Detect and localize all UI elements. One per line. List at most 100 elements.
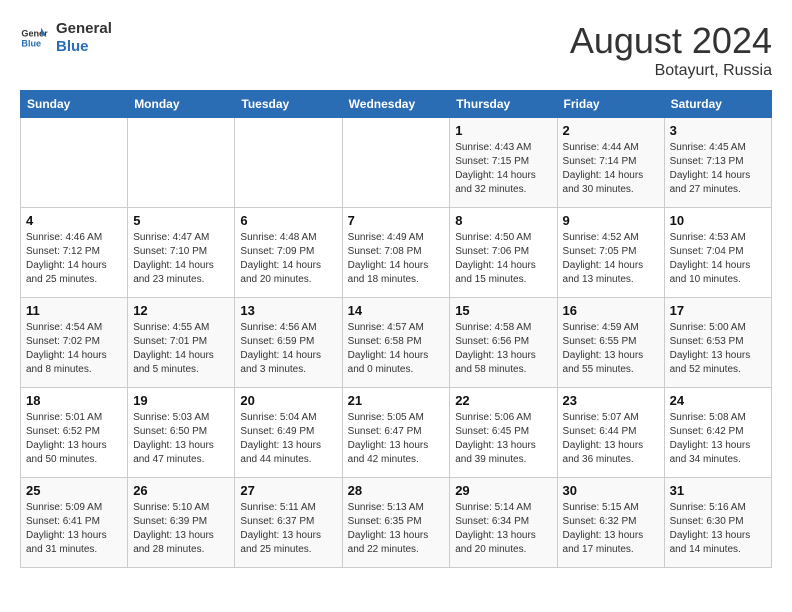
svg-text:Blue: Blue (21, 38, 41, 48)
day-info: Sunrise: 4:45 AM Sunset: 7:13 PM Dayligh… (670, 141, 766, 197)
calendar-cell: 27 Sunrise: 5:11 AM Sunset: 6:37 PM Dayli… (235, 478, 342, 568)
day-info: Sunrise: 5:04 AM Sunset: 6:49 PM Dayligh… (240, 411, 336, 467)
day-info: Sunrise: 5:06 AM Sunset: 6:45 PM Dayligh… (455, 411, 551, 467)
day-info: Sunrise: 5:13 AM Sunset: 6:35 PM Dayligh… (348, 501, 445, 557)
calendar-header: SundayMondayTuesdayWednesdayThursdayFrid… (21, 91, 772, 118)
day-info: Sunrise: 4:50 AM Sunset: 7:06 PM Dayligh… (455, 231, 551, 287)
calendar-week-row: 11 Sunrise: 4:54 AM Sunset: 7:02 PM Dayli… (21, 298, 772, 388)
day-info: Sunrise: 4:56 AM Sunset: 6:59 PM Dayligh… (240, 321, 336, 377)
calendar-cell: 7 Sunrise: 4:49 AM Sunset: 7:08 PM Daylig… (342, 208, 450, 298)
day-info: Sunrise: 4:58 AM Sunset: 6:56 PM Dayligh… (455, 321, 551, 377)
day-number: 7 (348, 213, 445, 228)
calendar-cell: 13 Sunrise: 4:56 AM Sunset: 6:59 PM Dayli… (235, 298, 342, 388)
day-info: Sunrise: 4:57 AM Sunset: 6:58 PM Dayligh… (348, 321, 445, 377)
day-number: 13 (240, 303, 336, 318)
day-info: Sunrise: 5:00 AM Sunset: 6:53 PM Dayligh… (670, 321, 766, 377)
calendar-week-row: 1Sunrise: 4:43 AM Sunset: 7:15 PM Daylig… (21, 118, 772, 208)
day-number: 6 (240, 213, 336, 228)
title-block: August 2024 Botayurt, Russia (570, 20, 772, 80)
day-info: Sunrise: 4:47 AM Sunset: 7:10 PM Dayligh… (133, 231, 229, 287)
day-info: Sunrise: 5:09 AM Sunset: 6:41 PM Dayligh… (26, 501, 122, 557)
day-number: 23 (563, 393, 659, 408)
logo: General Blue General Blue (20, 20, 112, 56)
calendar-cell: 11 Sunrise: 4:54 AM Sunset: 7:02 PM Dayli… (21, 298, 128, 388)
day-number: 21 (348, 393, 445, 408)
day-info: Sunrise: 5:16 AM Sunset: 6:30 PM Dayligh… (670, 501, 766, 557)
calendar-cell: 30 Sunrise: 5:15 AM Sunset: 6:32 PM Dayli… (557, 478, 664, 568)
calendar-cell: 1Sunrise: 4:43 AM Sunset: 7:15 PM Daylig… (450, 118, 557, 208)
calendar-cell (342, 118, 450, 208)
day-number: 24 (670, 393, 766, 408)
calendar-cell: 18 Sunrise: 5:01 AM Sunset: 6:52 PM Dayli… (21, 388, 128, 478)
day-number: 28 (348, 483, 445, 498)
day-info: Sunrise: 4:48 AM Sunset: 7:09 PM Dayligh… (240, 231, 336, 287)
day-number: 15 (455, 303, 551, 318)
logo-icon: General Blue (20, 24, 48, 52)
logo-blue: Blue (56, 38, 112, 56)
day-info: Sunrise: 5:08 AM Sunset: 6:42 PM Dayligh… (670, 411, 766, 467)
day-info: Sunrise: 4:46 AM Sunset: 7:12 PM Dayligh… (26, 231, 122, 287)
calendar-cell: 2Sunrise: 4:44 AM Sunset: 7:14 PM Daylig… (557, 118, 664, 208)
day-number: 9 (563, 213, 659, 228)
calendar-cell: 10 Sunrise: 4:53 AM Sunset: 7:04 PM Dayli… (664, 208, 771, 298)
calendar-body: 1Sunrise: 4:43 AM Sunset: 7:15 PM Daylig… (21, 118, 772, 568)
day-info: Sunrise: 4:54 AM Sunset: 7:02 PM Dayligh… (26, 321, 122, 377)
month-year-title: August 2024 (570, 20, 772, 62)
day-number: 20 (240, 393, 336, 408)
day-number: 16 (563, 303, 659, 318)
calendar-cell (235, 118, 342, 208)
calendar-cell: 16Sunrise: 4:59 AM Sunset: 6:55 PM Dayli… (557, 298, 664, 388)
day-number: 8 (455, 213, 551, 228)
day-number: 25 (26, 483, 122, 498)
day-number: 5 (133, 213, 229, 228)
day-info: Sunrise: 5:11 AM Sunset: 6:37 PM Dayligh… (240, 501, 336, 557)
day-number: 26 (133, 483, 229, 498)
day-info: Sunrise: 5:05 AM Sunset: 6:47 PM Dayligh… (348, 411, 445, 467)
day-number: 31 (670, 483, 766, 498)
logo-general: General (56, 20, 112, 38)
calendar-table: SundayMondayTuesdayWednesdayThursdayFrid… (20, 90, 772, 568)
weekday-header: Thursday (450, 91, 557, 118)
day-number: 4 (26, 213, 122, 228)
calendar-cell: 19 Sunrise: 5:03 AM Sunset: 6:50 PM Dayli… (128, 388, 235, 478)
calendar-cell (21, 118, 128, 208)
day-number: 12 (133, 303, 229, 318)
calendar-cell: 6 Sunrise: 4:48 AM Sunset: 7:09 PM Daylig… (235, 208, 342, 298)
day-number: 1 (455, 123, 551, 138)
calendar-cell: 29Sunrise: 5:14 AM Sunset: 6:34 PM Dayli… (450, 478, 557, 568)
day-number: 27 (240, 483, 336, 498)
day-number: 11 (26, 303, 122, 318)
weekday-header: Monday (128, 91, 235, 118)
day-info: Sunrise: 5:03 AM Sunset: 6:50 PM Dayligh… (133, 411, 229, 467)
day-number: 19 (133, 393, 229, 408)
day-number: 3 (670, 123, 766, 138)
location-subtitle: Botayurt, Russia (570, 62, 772, 80)
day-number: 17 (670, 303, 766, 318)
calendar-cell (128, 118, 235, 208)
day-info: Sunrise: 4:49 AM Sunset: 7:08 PM Dayligh… (348, 231, 445, 287)
day-number: 22 (455, 393, 551, 408)
calendar-cell: 23Sunrise: 5:07 AM Sunset: 6:44 PM Dayli… (557, 388, 664, 478)
calendar-cell: 14Sunrise: 4:57 AM Sunset: 6:58 PM Dayli… (342, 298, 450, 388)
weekday-header: Friday (557, 91, 664, 118)
calendar-cell: 9Sunrise: 4:52 AM Sunset: 7:05 PM Daylig… (557, 208, 664, 298)
day-info: Sunrise: 5:15 AM Sunset: 6:32 PM Dayligh… (563, 501, 659, 557)
calendar-cell: 21 Sunrise: 5:05 AM Sunset: 6:47 PM Dayli… (342, 388, 450, 478)
calendar-week-row: 4 Sunrise: 4:46 AM Sunset: 7:12 PM Daylig… (21, 208, 772, 298)
day-number: 30 (563, 483, 659, 498)
calendar-cell: 25 Sunrise: 5:09 AM Sunset: 6:41 PM Dayli… (21, 478, 128, 568)
calendar-cell: 20 Sunrise: 5:04 AM Sunset: 6:49 PM Dayli… (235, 388, 342, 478)
day-number: 10 (670, 213, 766, 228)
calendar-cell: 24 Sunrise: 5:08 AM Sunset: 6:42 PM Dayli… (664, 388, 771, 478)
day-number: 2 (563, 123, 659, 138)
calendar-cell: 3 Sunrise: 4:45 AM Sunset: 7:13 PM Daylig… (664, 118, 771, 208)
day-number: 18 (26, 393, 122, 408)
calendar-cell: 28 Sunrise: 5:13 AM Sunset: 6:35 PM Dayli… (342, 478, 450, 568)
day-info: Sunrise: 5:10 AM Sunset: 6:39 PM Dayligh… (133, 501, 229, 557)
day-info: Sunrise: 4:53 AM Sunset: 7:04 PM Dayligh… (670, 231, 766, 287)
day-info: Sunrise: 5:01 AM Sunset: 6:52 PM Dayligh… (26, 411, 122, 467)
calendar-cell: 12Sunrise: 4:55 AM Sunset: 7:01 PM Dayli… (128, 298, 235, 388)
calendar-cell: 17 Sunrise: 5:00 AM Sunset: 6:53 PM Dayli… (664, 298, 771, 388)
weekday-header: Wednesday (342, 91, 450, 118)
weekday-header: Sunday (21, 91, 128, 118)
